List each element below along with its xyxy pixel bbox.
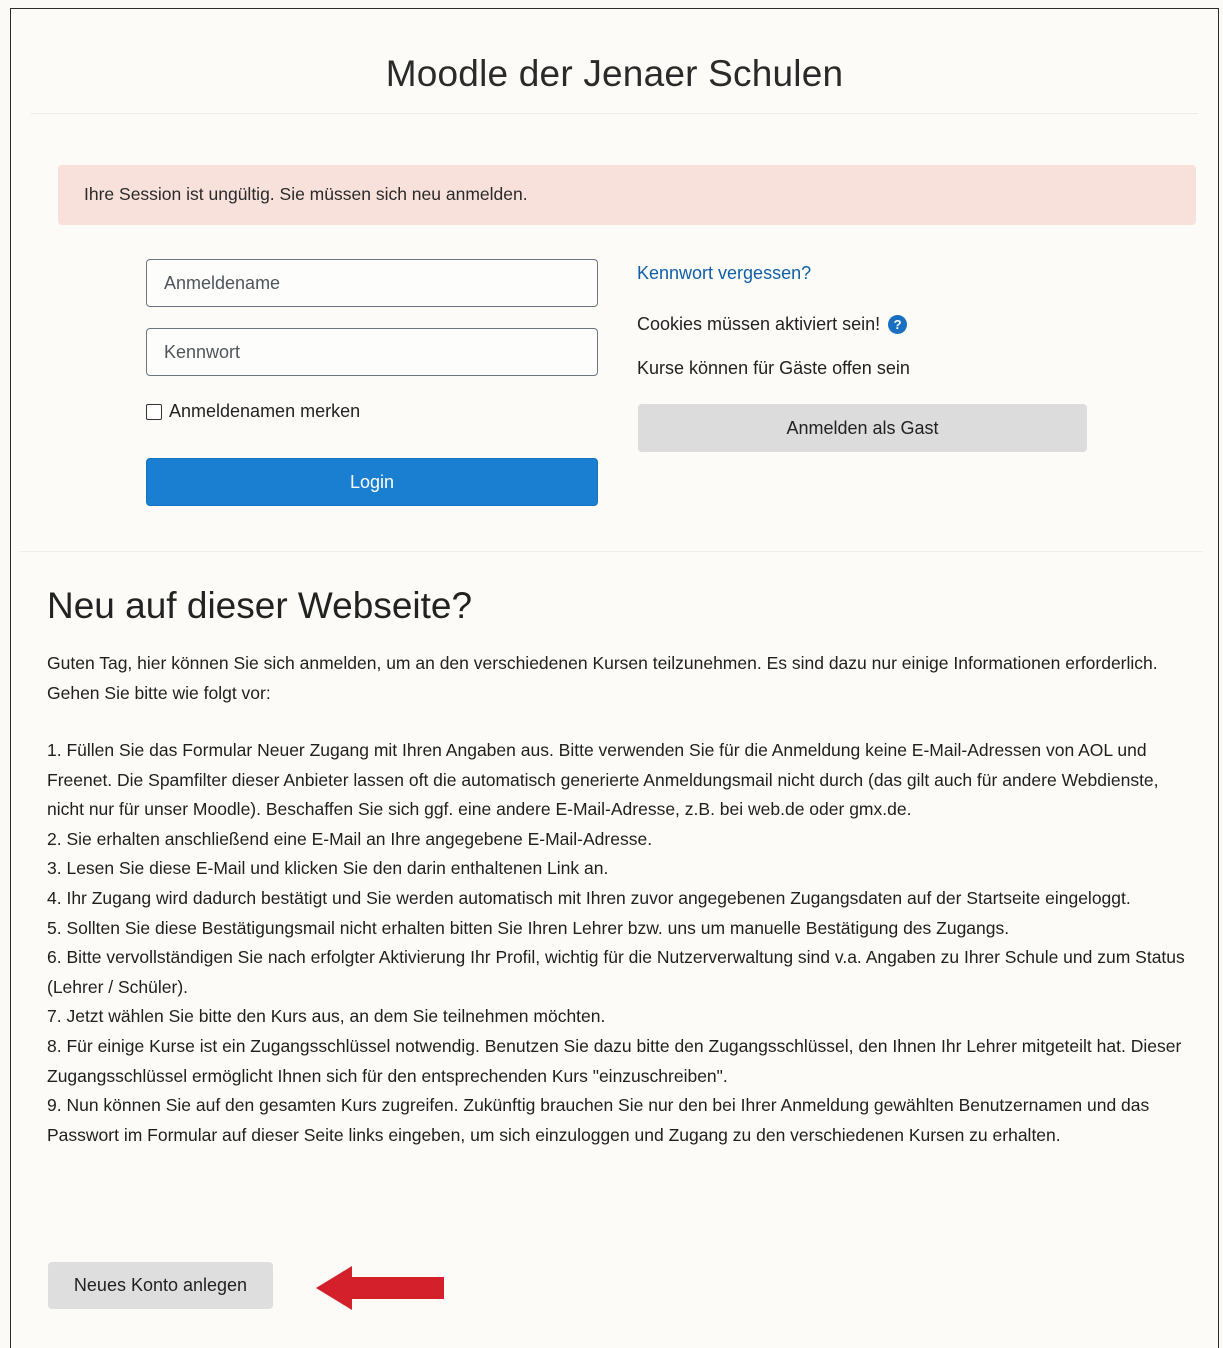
signup-step: 5. Sollten Sie diese Bestätigungsmail ni…	[47, 917, 1010, 938]
signup-step: 1. Füllen Sie das Formular Neuer Zugang …	[47, 740, 1159, 820]
checkbox-box[interactable]	[146, 403, 162, 420]
signup-step: 3. Lesen Sie diese E-Mail und klicken Si…	[47, 858, 609, 879]
remember-username-checkbox[interactable]: Anmeldenamen merken	[146, 401, 360, 422]
signup-step: 9. Nun können Sie auf den gesamten Kurs …	[47, 1095, 1150, 1145]
forgot-password-link[interactable]: Kennwort vergessen?	[637, 263, 811, 284]
cookies-notice: Cookies müssen aktiviert sein! ?	[637, 314, 908, 335]
signup-step: 6. Bitte vervollständigen Sie nach erfol…	[47, 947, 1185, 997]
signup-step: 4. Ihr Zugang wird dadurch bestätigt und…	[47, 887, 1131, 908]
signup-intro: Guten Tag, hier können Sie sich anmelden…	[47, 653, 1158, 703]
session-alert: Ihre Session ist ungültig. Sie müssen si…	[58, 165, 1196, 225]
new-account-button[interactable]: Neues Konto anlegen	[48, 1262, 273, 1309]
guest-login-button[interactable]: Anmelden als Gast	[638, 404, 1087, 452]
site-title: Moodle der Jenaer Schulen	[385, 53, 844, 94]
password-input[interactable]	[146, 328, 598, 376]
remember-username-label: Anmeldenamen merken	[169, 401, 361, 421]
alert-message: Ihre Session ist ungültig. Sie müssen si…	[84, 184, 528, 204]
login-button[interactable]: Login	[146, 458, 598, 506]
red-arrow-left-icon	[316, 1266, 444, 1310]
signup-step: 8. Für einige Kurse ist ein Zugangsschlü…	[47, 1035, 1182, 1086]
signup-step: 2. Sie erhalten anschließend eine E-Mail…	[47, 828, 653, 849]
cookies-notice-text: Cookies müssen aktiviert sein!	[637, 314, 881, 334]
header-divider	[31, 113, 1198, 114]
username-input[interactable]	[146, 259, 598, 307]
signup-steps: 1. Füllen Sie das Formular Neuer Zugang …	[47, 736, 1192, 1150]
section-divider	[20, 551, 1203, 552]
question-circle-icon[interactable]: ?	[888, 315, 908, 334]
signup-step: 7. Jetzt wählen Sie bitte den Kurs aus, …	[47, 1006, 606, 1027]
signup-heading: Neu auf dieser Webseite?	[47, 585, 473, 626]
guest-notice: Kurse können für Gäste offen sein	[637, 358, 910, 378]
